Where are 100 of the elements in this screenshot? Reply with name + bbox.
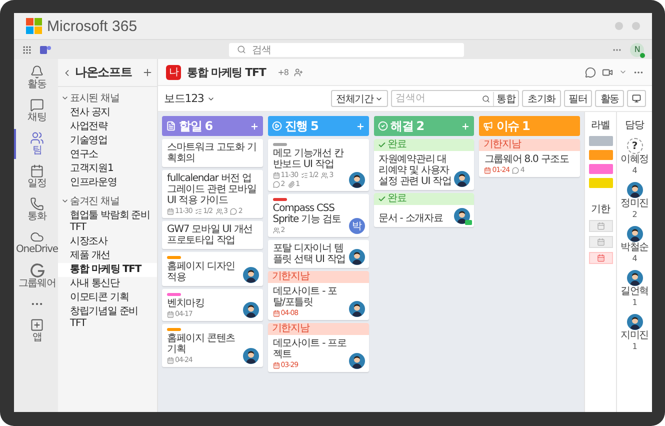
search-scope[interactable]: 통합 <box>492 92 516 106</box>
people-icon <box>272 226 280 234</box>
bell-icon <box>30 65 44 79</box>
rail-item[interactable]: 앱 <box>14 316 58 346</box>
channel-item[interactable]: 사업전략 <box>58 120 157 134</box>
channel-group[interactable]: 표시된 채널 <box>58 87 157 106</box>
task-card[interactable]: 완료 문서 - 소개자료 <box>374 193 474 227</box>
comment-icon <box>230 208 238 214</box>
user-avatar[interactable]: N <box>630 42 644 56</box>
due-filter-button[interactable] <box>588 236 612 248</box>
card-count: 1 <box>522 119 530 133</box>
rail-item[interactable]: 그룹웨어 <box>14 261 58 292</box>
channel-item[interactable]: 고객지원1 <box>58 162 157 176</box>
period-select[interactable]: 전체기간 <box>330 90 388 107</box>
column-title: 진행 <box>284 118 308 134</box>
toolbar-button[interactable]: 필터 <box>564 90 592 107</box>
search-field[interactable]: 검색 <box>229 42 464 56</box>
channel-item[interactable]: 창립기념일 준비 TFT <box>58 305 157 331</box>
add-icon[interactable] <box>461 122 470 130</box>
calendar-icon <box>272 310 280 316</box>
display-button[interactable] <box>627 90 646 107</box>
task-card[interactable]: 스마트워크 고도화 기획회의 <box>162 139 263 167</box>
task-count: 1 <box>632 298 637 308</box>
card-title: 자원예약관리 대리예약 및 사용자 설정 관련 UI 작업 <box>378 154 452 187</box>
channel-item[interactable]: 기술영업 <box>58 134 157 148</box>
status-label: 완료 <box>388 139 406 151</box>
add-icon[interactable] <box>356 122 364 130</box>
checklist-icon <box>195 208 202 214</box>
add-icon[interactable] <box>142 67 153 78</box>
rail-item[interactable]: 활동 <box>14 63 58 93</box>
channel-item[interactable]: 전사 공지 <box>58 106 157 120</box>
toolbar-button[interactable]: 활동 <box>595 90 624 107</box>
rail-item[interactable]: 채팅 <box>14 96 58 126</box>
panel-title: 담당 <box>625 119 644 132</box>
due-filter-button[interactable] <box>588 252 612 264</box>
card-title: 데모사이트 - 프로젝트 <box>272 338 346 360</box>
phone-icon <box>30 197 44 211</box>
channel-item[interactable]: 시장조사 <box>58 235 157 249</box>
rail-item[interactable]: 통화 <box>14 195 58 225</box>
channel-name: 통합 마케팅 TFT <box>187 64 266 80</box>
chat-icon[interactable] <box>585 66 596 78</box>
person-name: 지미진 <box>620 330 649 342</box>
avatar <box>242 348 259 364</box>
channel-item[interactable]: 연구소 <box>58 148 157 162</box>
rail-item[interactable]: OneDrive <box>14 228 58 258</box>
card-count: 2 <box>416 119 424 133</box>
avatar <box>626 226 642 242</box>
channel-group[interactable]: 숨겨진 채널 <box>58 190 157 209</box>
channel-item[interactable]: 제품 개선 <box>58 249 157 263</box>
label-swatch[interactable] <box>588 150 612 160</box>
channel-item[interactable]: 협업툴 박람회 준비 TFT <box>58 209 157 235</box>
channel-item[interactable]: 이모티콘 기획 <box>58 291 157 305</box>
toolbar-button[interactable]: 초기화 <box>522 90 561 107</box>
add-icon[interactable] <box>250 122 259 130</box>
play-icon <box>272 121 282 131</box>
cloud-icon <box>30 230 44 244</box>
label-swatch[interactable] <box>588 136 612 146</box>
logo-icon <box>26 18 42 34</box>
card-title: 스마트워크 고도화 기획회의 <box>167 142 258 164</box>
add-member-icon[interactable] <box>294 68 304 76</box>
task-count: 4 <box>632 254 637 264</box>
due-filter-button[interactable] <box>588 220 612 232</box>
avatar <box>454 208 470 224</box>
channel-item[interactable]: 통합 마케팅 TFT <box>58 263 157 277</box>
label-swatch[interactable] <box>588 164 612 174</box>
card-title: 벤치마킹 <box>167 298 206 309</box>
card-title: 홈페이지 콘텐츠 기획 <box>167 333 236 355</box>
person-name: 길언혁 <box>620 286 649 298</box>
task-card[interactable]: 홈페이지 디자인 적용 <box>162 252 263 286</box>
calendar-icon <box>596 254 604 262</box>
rail-item[interactable]: 일정 <box>14 162 58 192</box>
search-field[interactable]: 검색어 통합 <box>391 90 520 107</box>
task-card[interactable]: GW7 모바일 UI 개선 프로토타입 작업 <box>162 221 263 249</box>
calendar-icon <box>167 356 174 364</box>
board-name[interactable]: 보드123 <box>164 91 204 106</box>
task-count: 1 <box>632 342 637 352</box>
avatar <box>626 314 642 330</box>
avatar[interactable]: ? <box>626 138 642 154</box>
card-count: 5 <box>310 119 318 133</box>
avatar <box>626 270 642 286</box>
task-card[interactable]: 완료 자원예약관리 대리예약 및 사용자 설정 관련 UI 작업 <box>374 139 474 190</box>
person-name: 정미진 <box>620 198 649 210</box>
label-swatch[interactable] <box>588 178 612 188</box>
avatar <box>348 353 364 369</box>
column-title: 이슈 <box>496 118 519 134</box>
video-icon[interactable] <box>602 66 613 78</box>
channel-item[interactable]: 사내 통신단 <box>58 277 157 291</box>
calendar-icon <box>596 238 604 246</box>
channel-item[interactable]: 인프라운영 <box>58 176 157 190</box>
calendar-icon <box>596 222 604 230</box>
card-title: GW7 모바일 UI 개선 프로토타입 작업 <box>167 224 254 246</box>
avatar <box>242 267 259 283</box>
task-card[interactable]: 포탈 디자이너 템플릿 선택 UI 작업 <box>268 240 368 268</box>
note-icon <box>166 121 176 131</box>
monitor-icon <box>632 94 641 103</box>
person-name: 박철순 <box>620 242 649 254</box>
avatar <box>348 249 364 265</box>
status-label: 기한지남 <box>483 139 521 151</box>
calendar-icon <box>484 166 492 174</box>
app-launcher-icon[interactable] <box>22 44 32 54</box>
